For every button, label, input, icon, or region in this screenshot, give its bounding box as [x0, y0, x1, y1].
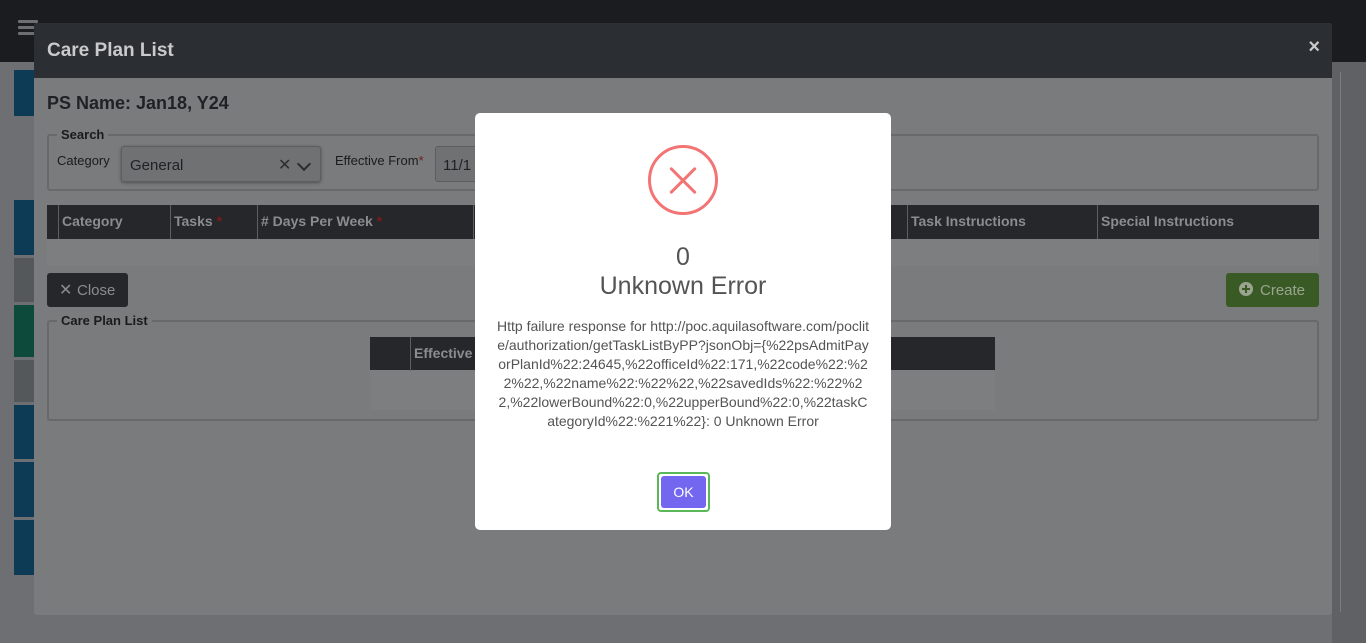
category-label: Category [57, 153, 110, 168]
column-header-category: Category [58, 205, 170, 239]
bg-sidebar-block [14, 462, 36, 517]
bg-sidebar-block [14, 200, 36, 255]
create-button-label: Create [1260, 282, 1306, 299]
modal-header: Care Plan List × [34, 23, 1332, 78]
ok-button-label: OK [661, 476, 706, 508]
column-header-special-instructions: Special Instructions [1097, 205, 1319, 239]
modal-title: Care Plan List [47, 40, 174, 61]
close-button[interactable]: ✕ Close [47, 273, 128, 307]
clear-icon[interactable]: ✕ [278, 155, 291, 175]
bg-sidebar-block [14, 305, 36, 357]
search-legend: Search [61, 127, 105, 142]
modal-close-button[interactable]: × [1308, 36, 1320, 59]
bg-scroll-area [1332, 62, 1366, 643]
close-button-label: Close [77, 282, 116, 299]
column-header-tasks: Tasks * [170, 205, 257, 239]
create-button[interactable]: Create [1226, 273, 1319, 307]
ok-button[interactable]: OK [657, 472, 710, 512]
bg-sidebar-block [14, 405, 36, 459]
plus-circle-icon [1239, 282, 1253, 296]
category-select-value: General [130, 157, 184, 174]
column-header-days-per-week: # Days Per Week * [257, 205, 473, 239]
alert-title: 0 Unknown Error [475, 243, 891, 301]
care-plan-list-legend: Care Plan List [61, 313, 148, 328]
category-select[interactable]: General ✕ [121, 146, 321, 182]
close-icon: ✕ [59, 282, 73, 299]
alert-error-code: 0 [676, 243, 690, 271]
chevron-down-icon[interactable] [296, 156, 312, 172]
alert-error-title: Unknown Error [599, 272, 767, 300]
bg-sidebar-block [14, 70, 36, 116]
effective-from-label: Effective From* [335, 153, 424, 168]
alert-message: Http failure response for http://poc.aqu… [497, 318, 869, 429]
column-header-task-instructions: Task Instructions [907, 205, 1097, 239]
ps-name-heading: PS Name: Jan18, Y24 [47, 93, 229, 113]
bg-sidebar-block [14, 258, 36, 302]
bg-sidebar-block [14, 360, 36, 402]
error-alert-dialog: 0 Unknown Error Http failure response fo… [475, 113, 891, 530]
bg-sidebar-block [14, 520, 36, 575]
error-x-icon [648, 145, 718, 215]
